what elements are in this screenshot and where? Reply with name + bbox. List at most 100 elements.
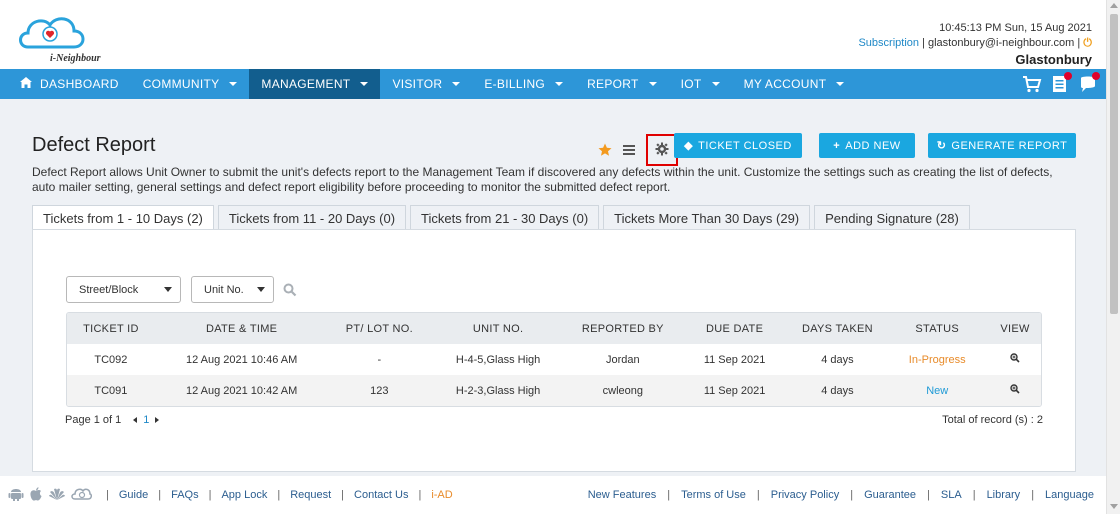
current-datetime: 10:45:13 PM Sun, 15 Aug 2021 bbox=[939, 22, 1092, 34]
nav-label: DASHBOARD bbox=[40, 77, 119, 91]
generate-report-button[interactable]: ↻ GENERATE REPORT bbox=[928, 133, 1076, 158]
tab-pending-signature[interactable]: Pending Signature (28) bbox=[814, 205, 970, 230]
plus-icon: + bbox=[833, 139, 841, 152]
list-icon[interactable] bbox=[622, 144, 636, 159]
library-link[interactable]: Library bbox=[987, 489, 1021, 501]
nav-label: MY ACCOUNT bbox=[743, 77, 827, 91]
app-lock-link[interactable]: App Lock bbox=[221, 489, 267, 501]
scroll-down-icon[interactable] bbox=[1110, 504, 1118, 509]
tab-21-30-days[interactable]: Tickets from 21 - 30 Days (0) bbox=[410, 205, 600, 230]
terms-of-use-link[interactable]: Terms of Use bbox=[681, 489, 746, 501]
power-icon[interactable]: ⏻ bbox=[1083, 37, 1092, 49]
nav-label: VISITOR bbox=[392, 77, 443, 91]
home-icon bbox=[20, 77, 32, 91]
privacy-policy-link[interactable]: Privacy Policy bbox=[771, 489, 839, 501]
chat-icon[interactable] bbox=[1078, 72, 1100, 94]
view-icon[interactable] bbox=[989, 353, 1041, 366]
estate-name: Glastonbury bbox=[1015, 52, 1092, 67]
page-scrollbar[interactable] bbox=[1106, 0, 1120, 514]
guide-link[interactable]: Guide bbox=[119, 489, 148, 501]
faqs-link[interactable]: FAQs bbox=[171, 489, 199, 501]
subscription-link[interactable]: Subscription bbox=[858, 37, 919, 49]
pagination: Page 1 of 1 1 bbox=[65, 414, 160, 426]
request-link[interactable]: Request bbox=[290, 489, 331, 501]
column-header: DAYS TAKEN bbox=[801, 322, 873, 335]
column-header: UNIT NO. bbox=[472, 322, 524, 335]
star-icon[interactable] bbox=[598, 143, 612, 160]
nav-visitor[interactable]: VISITOR bbox=[380, 69, 472, 99]
street-block-select[interactable]: Street/Block bbox=[66, 276, 181, 303]
view-icon[interactable] bbox=[989, 384, 1041, 397]
scroll-thumb[interactable] bbox=[1110, 14, 1118, 314]
table-header: TICKET ID DATE & TIME PT/ LOT NO. UNIT N… bbox=[67, 313, 1041, 344]
days-taken: 4 days bbox=[821, 384, 854, 397]
chevron-down-icon bbox=[836, 82, 845, 86]
ticket-id: TC092 bbox=[94, 353, 128, 366]
unit-no-select[interactable]: Unit No. bbox=[191, 276, 274, 303]
tab-panel: Street/Block Unit No. TICKET ID DATE & T… bbox=[32, 229, 1076, 472]
notification-badge bbox=[1092, 72, 1100, 80]
user-email: glastonbury@i-neighbour.com bbox=[928, 37, 1075, 49]
date-time: 12 Aug 2021 10:46 AM bbox=[185, 353, 298, 366]
nav-report[interactable]: REPORT bbox=[575, 69, 669, 99]
lot-no: - bbox=[377, 353, 382, 366]
footer-left-links: | Guide | FAQs | App Lock | Request | Contact… bbox=[106, 489, 453, 501]
nav-community[interactable]: COMMUNITY bbox=[131, 69, 250, 99]
nav-icon-group bbox=[1022, 69, 1100, 99]
chevron-down-icon bbox=[452, 82, 461, 86]
tab-11-20-days[interactable]: Tickets from 11 - 20 Days (0) bbox=[217, 205, 407, 230]
chevron-down-icon bbox=[648, 82, 657, 86]
column-header: DATE & TIME bbox=[205, 322, 278, 335]
guarantee-link[interactable]: Guarantee bbox=[864, 489, 916, 501]
new-features-link[interactable]: New Features bbox=[588, 489, 656, 501]
notes-icon[interactable] bbox=[1050, 72, 1072, 94]
tab-more-than-30-days[interactable]: Tickets More Than 30 Days (29) bbox=[603, 205, 811, 230]
huawei-icon[interactable] bbox=[48, 486, 66, 505]
ticket-closed-button[interactable]: ◆ TICKET CLOSED bbox=[674, 133, 802, 158]
i-ad-link[interactable]: i-AD bbox=[431, 489, 452, 501]
cart-icon[interactable] bbox=[1022, 74, 1042, 94]
prev-page-icon[interactable] bbox=[133, 417, 138, 423]
nav-label: E-BILLING bbox=[484, 77, 546, 91]
due-date: 11 Sep 2021 bbox=[703, 384, 766, 397]
chevron-down-icon bbox=[555, 82, 564, 86]
contact-us-link[interactable]: Contact Us bbox=[354, 489, 408, 501]
refresh-icon: ↻ bbox=[936, 140, 947, 152]
tag-icon: ◆ bbox=[684, 140, 694, 152]
ticket-id: TC091 bbox=[94, 384, 128, 397]
status-badge: New bbox=[926, 384, 949, 397]
table-row[interactable]: TC091 12 Aug 2021 10:42 AM 123 H-2-3,Gla… bbox=[67, 375, 1041, 406]
page-number[interactable]: 1 bbox=[143, 414, 149, 426]
nav-e-billing[interactable]: E-BILLING bbox=[472, 69, 575, 99]
table-body: TC092 12 Aug 2021 10:46 AM - H-4-5,Glass… bbox=[67, 344, 1041, 406]
status-badge: In-Progress bbox=[908, 353, 966, 366]
chevron-down-icon bbox=[711, 82, 720, 86]
search-icon[interactable] bbox=[283, 283, 297, 300]
select-value: Unit No. bbox=[204, 283, 244, 296]
table-row[interactable]: TC092 12 Aug 2021 10:46 AM - H-4-5,Glass… bbox=[67, 344, 1041, 375]
nav-dashboard[interactable]: DASHBOARD bbox=[0, 69, 131, 99]
language-link[interactable]: Language bbox=[1045, 489, 1094, 501]
i-neighbour-app-icon[interactable] bbox=[70, 486, 93, 505]
page-tools bbox=[598, 134, 678, 166]
nav-management[interactable]: MANAGEMENT bbox=[249, 69, 381, 99]
i-neighbour-logo[interactable]: i-Neighbour bbox=[16, 9, 108, 64]
scroll-up-icon[interactable] bbox=[1110, 3, 1118, 8]
main-nav: DASHBOARD COMMUNITY MANAGEMENT VISITOR E… bbox=[0, 69, 1106, 99]
nav-my-account[interactable]: MY ACCOUNT bbox=[732, 69, 857, 99]
apple-icon[interactable] bbox=[28, 486, 44, 505]
nav-label: IOT bbox=[680, 77, 702, 91]
page-title: Defect Report bbox=[32, 134, 156, 156]
add-new-button[interactable]: + ADD NEW bbox=[819, 133, 915, 158]
next-page-icon[interactable] bbox=[155, 417, 160, 423]
unit-no: H-2-3,Glass High bbox=[455, 384, 541, 397]
sla-link[interactable]: SLA bbox=[941, 489, 962, 501]
page-info: Page 1 of 1 bbox=[65, 414, 122, 426]
tab-1-10-days[interactable]: Tickets from 1 - 10 Days (2) bbox=[32, 205, 214, 231]
lot-no: 123 bbox=[370, 384, 389, 397]
chevron-down-icon bbox=[229, 82, 238, 86]
due-date: 11 Sep 2021 bbox=[703, 353, 766, 366]
nav-iot[interactable]: IOT bbox=[669, 69, 732, 99]
android-icon[interactable] bbox=[8, 486, 24, 505]
nav-label: MANAGEMENT bbox=[261, 77, 351, 91]
